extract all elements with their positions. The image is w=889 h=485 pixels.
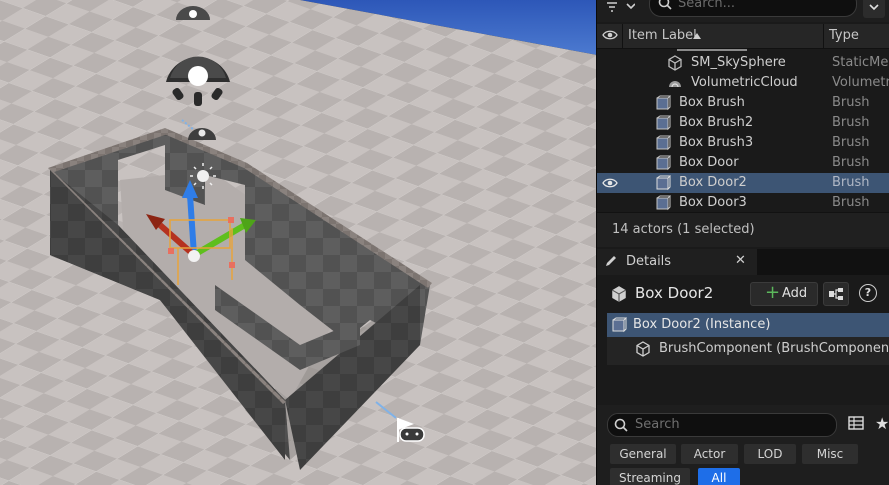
- component-tree: Box Door2 (Instance) BrushComponent (Bru…: [607, 313, 889, 365]
- clipped-row-text: [677, 49, 747, 51]
- outliner-row[interactable]: Box Brush2 Brush: [597, 113, 889, 133]
- add-button-label: Add: [782, 286, 808, 301]
- details-panel: Box Door2 + Add ? Box Door2 (Instance) B…: [597, 275, 889, 405]
- column-separator[interactable]: [823, 24, 824, 48]
- row-name: Box Door3: [679, 195, 747, 210]
- outliner-search-placeholder: Search...: [678, 0, 736, 11]
- item-label-column[interactable]: Item Label: [628, 28, 697, 43]
- outliner-row[interactable]: SM_SkySphere StaticMesh: [597, 53, 889, 73]
- outliner-row-selected[interactable]: Box Door2 Brush: [597, 173, 889, 193]
- row-name: Box Door2: [679, 175, 747, 190]
- outliner-tree[interactable]: SM_SkySphere StaticMesh VolumetricCloud …: [597, 49, 889, 212]
- table-view-icon[interactable]: [848, 416, 864, 430]
- row-name: VolumetricCloud: [691, 75, 798, 90]
- filter-chip-misc[interactable]: Misc: [802, 444, 858, 464]
- details-property-area: Search ★ General Actor LOD Misc Streamin…: [597, 405, 889, 485]
- row-name: Box Brush3: [679, 135, 754, 150]
- brush-icon: [612, 317, 627, 333]
- tab-details[interactable]: Details ✕: [597, 249, 757, 275]
- row-type: StaticMesh: [832, 55, 889, 70]
- cloud-icon: [669, 81, 681, 88]
- outliner-row[interactable]: Box Door Brush: [597, 153, 889, 173]
- search-icon: [614, 418, 628, 432]
- row-type: Brush: [832, 175, 870, 190]
- component-row-brush[interactable]: BrushComponent (BrushComponent0) E: [607, 337, 889, 361]
- filter-chip-all[interactable]: All: [698, 468, 740, 485]
- row-name: Box Brush2: [679, 115, 754, 130]
- brush-icon: [656, 135, 671, 151]
- visibility-eye-icon[interactable]: [602, 28, 618, 42]
- details-search-placeholder: Search: [635, 417, 680, 432]
- filter-chip-general[interactable]: General: [610, 444, 676, 464]
- outliner-column-header: Item Label Type: [597, 24, 889, 49]
- selected-actor-name[interactable]: Box Door2: [635, 284, 713, 302]
- brush-icon: [656, 115, 671, 131]
- close-icon[interactable]: ✕: [735, 253, 746, 268]
- outliner-row[interactable]: Box Brush3 Brush: [597, 133, 889, 153]
- brush-icon: [656, 175, 671, 191]
- type-column[interactable]: Type: [829, 28, 859, 43]
- actor-count-text: 14 actors (1 selected): [612, 222, 755, 237]
- chevron-down-icon: [869, 4, 879, 11]
- filter-button[interactable]: [601, 0, 641, 18]
- visibility-eye-icon[interactable]: [602, 176, 618, 190]
- blueprint-icon: [829, 288, 843, 300]
- add-component-button[interactable]: + Add: [750, 282, 818, 306]
- outliner-status-bar: 14 actors (1 selected): [597, 212, 889, 247]
- filter-chip-lod[interactable]: LOD: [744, 444, 796, 464]
- level-viewport[interactable]: [0, 0, 597, 485]
- details-tab-bar: Details ✕: [597, 249, 889, 275]
- outliner-search-input[interactable]: Search...: [649, 0, 857, 17]
- row-type: Brush: [832, 195, 870, 210]
- component-name: BrushComponent (BrushComponent0): [659, 341, 889, 356]
- instance-label: Box Door2 (Instance): [633, 317, 771, 332]
- static-mesh-icon: [636, 341, 650, 357]
- outliner-toolbar: Search...: [597, 0, 889, 22]
- details-search-input[interactable]: Search: [607, 413, 837, 437]
- sort-ascending-icon: [693, 33, 701, 39]
- outliner-settings-button[interactable]: [863, 0, 885, 18]
- outliner-row[interactable]: Box Door3 Brush: [597, 193, 889, 212]
- row-type: Brush: [832, 95, 870, 110]
- row-type: Brush: [832, 115, 870, 130]
- row-name: Box Brush: [679, 95, 745, 110]
- editor-side-panel: Search... Item Label Type SM_SkySphere S…: [597, 0, 889, 485]
- search-icon: [658, 0, 672, 10]
- details-tab-label: Details: [626, 254, 672, 269]
- favorite-star-icon[interactable]: ★: [875, 414, 889, 433]
- viewport-scene[interactable]: [0, 0, 597, 485]
- outliner-row[interactable]: VolumetricCloud VolumetricCloud: [597, 73, 889, 93]
- row-name: SM_SkySphere: [691, 55, 786, 70]
- blueprint-convert-button[interactable]: [823, 282, 849, 306]
- help-icon[interactable]: ?: [859, 284, 877, 302]
- component-label: BrushComponent (BrushComponent0) E: [659, 341, 889, 356]
- filter-icon: [607, 2, 635, 12]
- outliner-row[interactable]: Box Brush Brush: [597, 93, 889, 113]
- actor-cube-icon: [611, 286, 627, 302]
- component-row-instance[interactable]: Box Door2 (Instance): [607, 313, 889, 337]
- row-name: Box Door: [679, 155, 739, 170]
- column-separator[interactable]: [622, 24, 623, 48]
- filter-chip-actor[interactable]: Actor: [681, 444, 738, 464]
- brush-icon: [656, 155, 671, 171]
- static-mesh-icon: [668, 55, 682, 71]
- pencil-icon: [606, 256, 616, 266]
- row-type: Brush: [832, 135, 870, 150]
- filter-chip-streaming[interactable]: Streaming: [610, 468, 690, 485]
- brush-icon: [656, 195, 671, 211]
- brush-icon: [656, 95, 671, 111]
- row-type: Brush: [832, 155, 870, 170]
- row-type: VolumetricCloud: [832, 75, 889, 90]
- plus-icon: +: [765, 282, 781, 303]
